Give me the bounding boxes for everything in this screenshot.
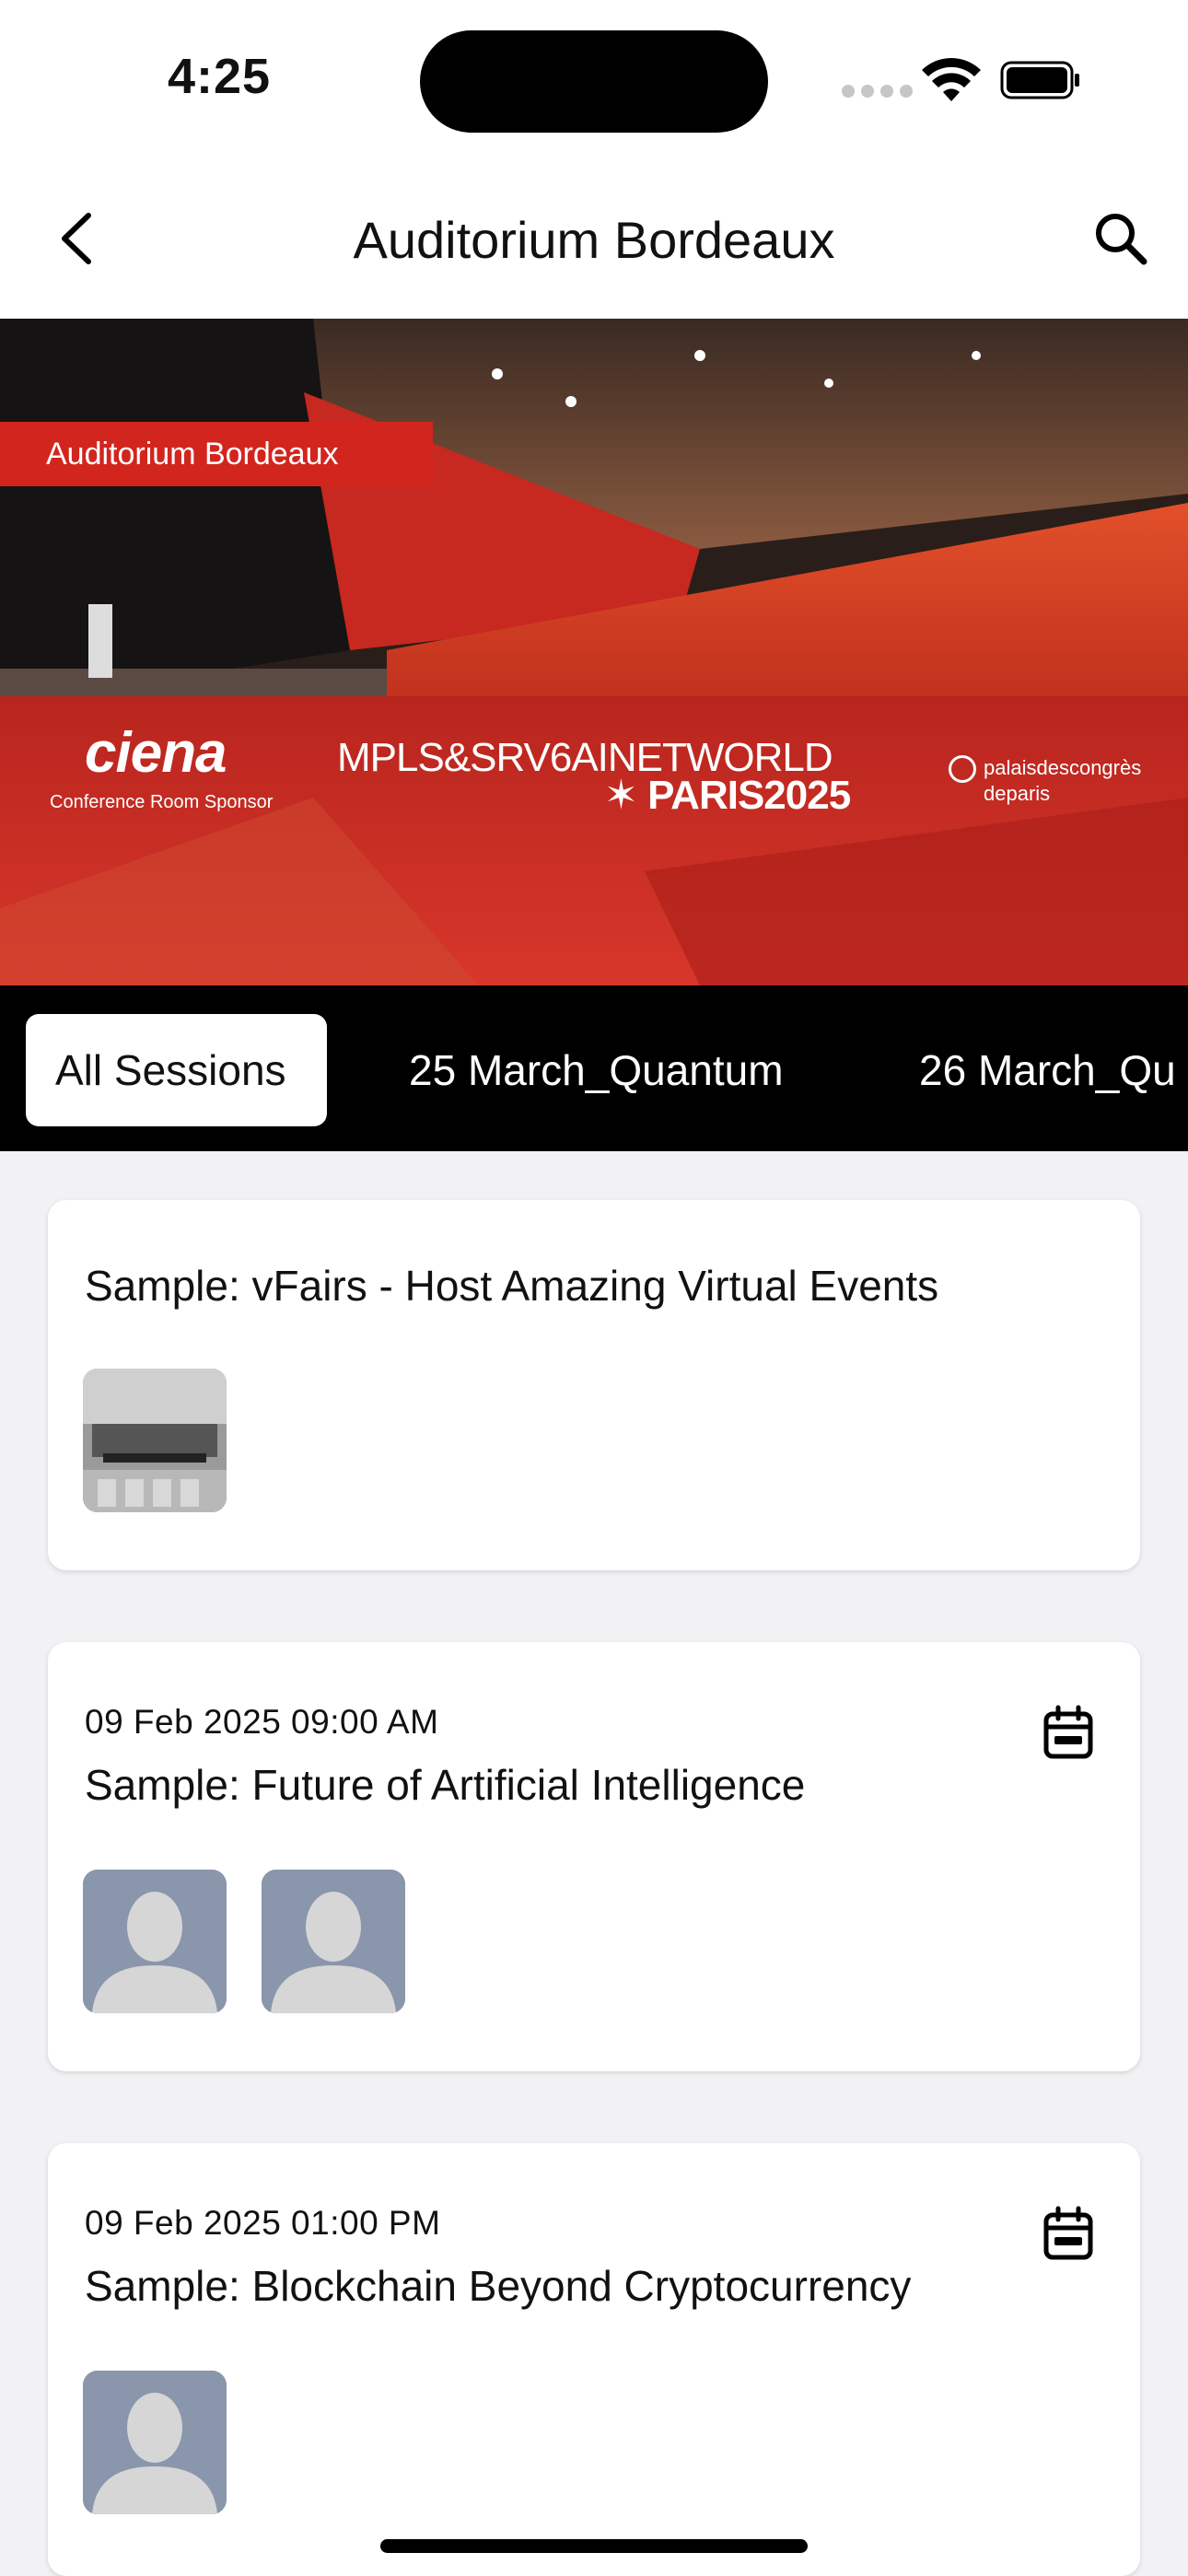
speaker-avatar[interactable] xyxy=(83,1870,227,2013)
speaker-avatar[interactable] xyxy=(83,2371,227,2514)
session-card[interactable]: Sample: vFairs - Host Amazing Virtual Ev… xyxy=(48,1200,1140,1570)
dynamic-island xyxy=(420,30,768,133)
tab-25-march-quantum[interactable]: 25 March_Quantum xyxy=(379,1014,813,1126)
room-banner: Auditorium Bordeaux ciena Conference Roo… xyxy=(0,319,1188,985)
auditorium-photo xyxy=(0,319,1188,985)
tab-all-sessions[interactable]: All Sessions xyxy=(26,1014,327,1126)
wifi-icon xyxy=(922,58,981,101)
session-card[interactable]: 09 Feb 2025 09:00 AM Sample: Future of A… xyxy=(48,1642,1140,2071)
sponsor-logo: ciena xyxy=(85,721,227,785)
search-icon[interactable] xyxy=(1092,210,1149,267)
session-card[interactable]: 09 Feb 2025 01:00 PM Sample: Blockchain … xyxy=(48,2143,1140,2576)
tab-26-march[interactable]: 26 March_Qu xyxy=(890,1014,1188,1126)
session-title: Sample: vFairs - Host Amazing Virtual Ev… xyxy=(85,1262,939,1310)
calendar-icon[interactable] xyxy=(1042,1705,1094,1760)
session-thumbnail[interactable] xyxy=(83,1369,227,1512)
session-datetime: 09 Feb 2025 09:00 AM xyxy=(85,1703,439,1741)
speaker-avatar[interactable] xyxy=(262,1870,405,2013)
page-title: Auditorium Bordeaux xyxy=(353,211,835,269)
status-time: 4:25 xyxy=(168,49,272,104)
venue-logo-icon xyxy=(949,755,976,783)
session-tabs: All Sessions 25 March_Quantum 26 March_Q… xyxy=(0,985,1188,1151)
sponsor-caption: Conference Room Sponsor xyxy=(50,792,274,812)
calendar-icon[interactable] xyxy=(1042,2206,1094,2261)
session-datetime: 09 Feb 2025 01:00 PM xyxy=(85,2204,441,2242)
status-bar: 4:25 xyxy=(0,0,1188,157)
navigation-bar: Auditorium Bordeaux xyxy=(0,157,1188,321)
battery-icon xyxy=(1000,61,1079,99)
venue-logo: palaisdescongrès deparis xyxy=(949,755,1141,805)
cellular-signal-icon xyxy=(842,85,913,98)
banner-room-label: Auditorium Bordeaux xyxy=(0,422,433,486)
session-title: Sample: Blockchain Beyond Cryptocurrency xyxy=(85,2262,912,2310)
session-title: Sample: Future of Artificial Intelligenc… xyxy=(85,1761,806,1809)
home-indicator xyxy=(380,2539,808,2553)
event-logo-line2: ✶ PARIS2025 xyxy=(604,773,851,818)
